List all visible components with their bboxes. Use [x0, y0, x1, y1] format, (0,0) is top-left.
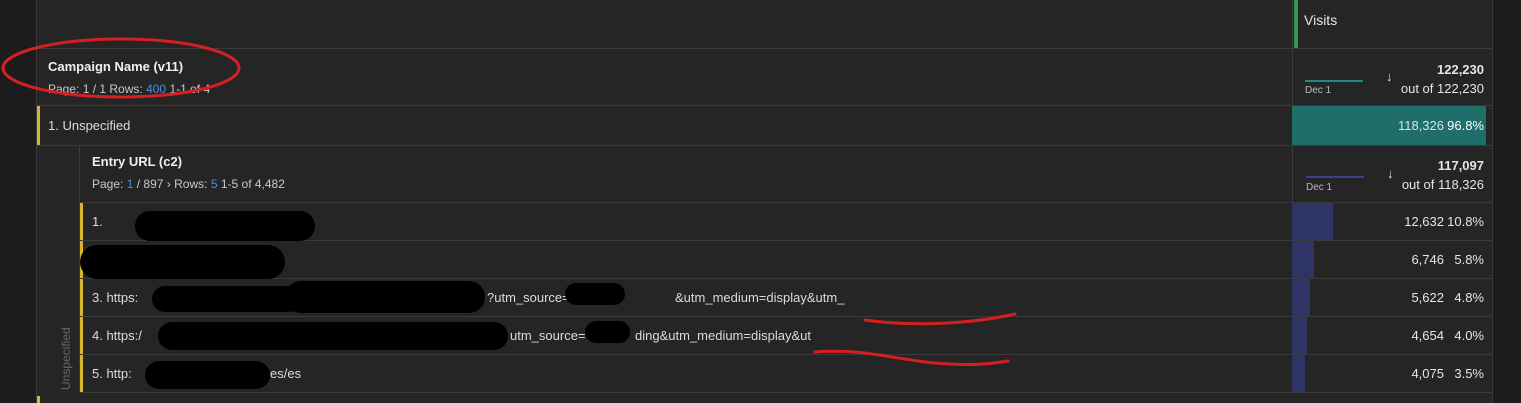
table-row[interactable]: 4. https:/ utm_source= ding&utm_medium=dis… — [79, 317, 1492, 355]
range-label: 1-1 of 4 — [169, 82, 211, 96]
table-row[interactable]: 3. https: ?utm_source= &utm_medium=display… — [79, 279, 1492, 317]
metric-fill-bar — [1292, 279, 1310, 316]
breakdown-header-row: Entry URL (c2) Page: 1 / 897 › Rows: 5 1… — [79, 146, 1492, 203]
redaction-mark — [158, 322, 508, 350]
redaction-mark — [285, 281, 485, 313]
row-percent: 96.8% — [1447, 118, 1484, 133]
row-value: 4,075 — [1411, 366, 1444, 381]
row-selection-indicator — [80, 355, 83, 392]
row-percent: 4.8% — [1454, 290, 1484, 305]
page-current[interactable]: 1 — [127, 177, 134, 191]
breakdown-pagination: Page: 1 / 897 › Rows: 5 1-5 of 4,482 — [92, 177, 285, 191]
row-value: 12,632 — [1404, 214, 1444, 229]
row-value: 118,326 — [1397, 118, 1444, 133]
row-percent: 5.8% — [1454, 252, 1484, 267]
row-selection-indicator — [80, 203, 83, 240]
next-row-indicator — [37, 396, 40, 403]
row-value: 6,746 — [1411, 252, 1444, 267]
rows-selector[interactable]: 5 — [211, 177, 218, 191]
table-body: Visits Campaign Name (v11) Page: 1 / 1 R… — [37, 0, 1492, 403]
rows-label: Rows: — [109, 82, 143, 96]
metric-color-indicator — [1294, 0, 1298, 48]
metric-fill-bar — [1292, 203, 1333, 240]
row-label[interactable]: 4. https:/ — [92, 328, 142, 343]
redaction-mark — [585, 321, 630, 343]
sort-desc-icon[interactable]: ↓ — [1386, 69, 1393, 84]
row-label[interactable]: 3. https: — [92, 290, 138, 305]
chevron-right-icon[interactable]: › — [167, 177, 171, 191]
row-label-tail: es/es — [270, 366, 302, 381]
row-percent: 4.0% — [1454, 328, 1484, 343]
side-label-text: Unspecified — [59, 327, 73, 390]
sparkline-date: Dec 1 — [1306, 182, 1333, 193]
redaction-mark — [152, 286, 302, 312]
table-row[interactable]: 1. Unspecified 118,326 96.8% — [37, 106, 1492, 146]
sparkline — [1305, 80, 1363, 82]
row-percent: 10.8% — [1447, 214, 1484, 229]
row-label-tail: ?utm_source= — [487, 290, 570, 305]
metric-fill-bar — [1292, 241, 1314, 278]
redaction-mark — [145, 361, 270, 389]
breakdown-total-sub: out of 118,326 — [1401, 177, 1484, 192]
freeform-table: Visits Campaign Name (v11) Page: 1 / 1 R… — [0, 0, 1521, 403]
metric-fill-bar — [1292, 355, 1305, 392]
row-value: 5,622 — [1411, 290, 1444, 305]
dimension-header-row: Campaign Name (v11) Page: 1 / 1 Rows: 40… — [37, 49, 1492, 106]
row-label-tail: utm_source= — [510, 328, 586, 343]
breakdown-total: 117,097 — [1437, 158, 1484, 173]
rows-selector[interactable]: 400 — [146, 82, 166, 96]
sparkline-date: Dec 1 — [1305, 85, 1332, 96]
breakdown-title[interactable]: Entry URL (c2) — [92, 154, 182, 169]
table-row[interactable]: 1.ch/en12,63210.8% — [79, 203, 1492, 241]
table-row[interactable]: 5. http: es/es 4,075 3.5% — [79, 355, 1492, 393]
row-percent: 3.5% — [1454, 366, 1484, 381]
redaction-mark — [135, 211, 315, 241]
row-selection-indicator — [80, 317, 83, 354]
row-label-tail2: ding&utm_medium=display&ut — [635, 328, 811, 343]
dimension-total: 122,230 — [1437, 62, 1484, 77]
page-label: Page: — [92, 177, 124, 191]
row-label-tail2: &utm_medium=display&utm_ — [675, 290, 845, 305]
metric-fill-bar — [1292, 317, 1307, 354]
sparkline — [1306, 176, 1364, 178]
header-row: Visits — [37, 0, 1492, 49]
left-gutter — [0, 0, 37, 403]
redaction-mark — [80, 245, 285, 279]
dimension-total-sub: out of 122,230 — [1400, 81, 1484, 96]
breakdown-side-label: Unspecified — [37, 0, 83, 403]
page-total: / 897 — [136, 177, 164, 191]
row-value: 4,654 — [1411, 328, 1444, 343]
sort-desc-icon[interactable]: ↓ — [1387, 166, 1394, 181]
redaction-mark — [565, 283, 625, 305]
table-row[interactable]: 6,746 5.8% — [79, 241, 1492, 279]
metric-header-label[interactable]: Visits — [1304, 12, 1337, 28]
row-selection-indicator — [80, 279, 83, 316]
row-label[interactable]: 1. — [92, 214, 103, 229]
range-label: 1-5 of 4,482 — [220, 177, 285, 191]
right-gutter — [1492, 0, 1521, 403]
row-label[interactable]: 5. http: — [92, 366, 132, 381]
rows-label: Rows: — [174, 177, 208, 191]
